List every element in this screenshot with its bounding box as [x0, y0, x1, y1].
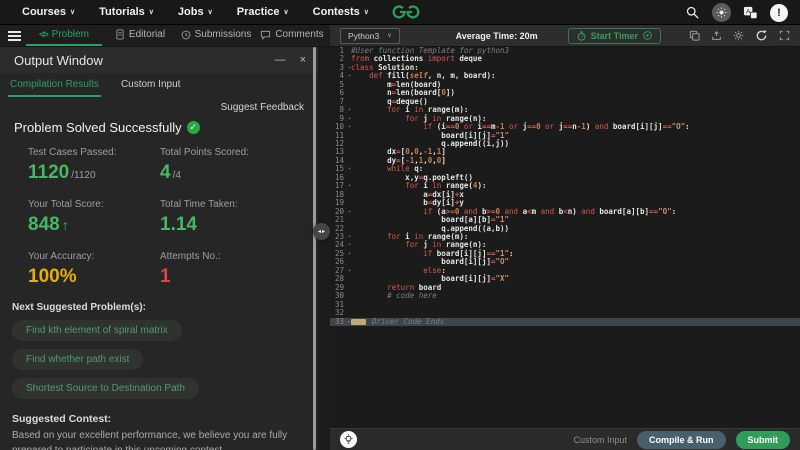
suggested-problem-link[interactable]: Shortest Source to Destination Path [12, 378, 199, 399]
menu-item-practice[interactable]: Practice ∨ [237, 6, 289, 18]
code-line: 30 # code here [334, 291, 437, 301]
close-icon[interactable]: × [300, 54, 306, 66]
output-window-tabs: Compilation Results Custom Input [0, 73, 318, 97]
fold-caret-icon: ▾ [347, 183, 351, 190]
chevron-down-icon: ∨ [387, 33, 392, 39]
tab-problem[interactable]: </> Problem [26, 25, 102, 46]
play-circle-icon [643, 31, 652, 40]
chevron-down-icon: ∨ [363, 8, 369, 16]
code-icon: </> [39, 30, 49, 39]
up-arrow-icon: ↑ [61, 217, 69, 233]
solved-status: Problem Solved Successfully ✓ [14, 120, 318, 135]
fold-caret-icon: ▾ [347, 166, 351, 173]
fold-caret-icon: ▾ [347, 208, 351, 215]
output-window-header: Output Window — × [0, 47, 318, 73]
tab-editorial[interactable]: Editorial [102, 25, 178, 46]
tab-compilation-results[interactable]: Compilation Results [8, 73, 101, 97]
tab-custom-input[interactable]: Custom Input [119, 73, 182, 97]
tab-submissions[interactable]: Submissions [178, 25, 254, 46]
fold-caret-icon: ▾ [347, 73, 351, 80]
chevron-down-icon: ∨ [207, 8, 213, 16]
fold-caret-icon: ▾ [347, 64, 351, 71]
comment-icon [260, 30, 271, 40]
custom-input-link[interactable]: Custom Input [573, 435, 627, 445]
suggest-feedback-link[interactable]: Suggest Feedback [0, 102, 304, 113]
fold-caret-icon: ▾ [347, 115, 351, 122]
stat-points: Total Points Scored: 4/4 [160, 147, 249, 183]
resize-handle-icon[interactable]: ◂ ▸ [313, 223, 330, 240]
copy-icon[interactable] [689, 30, 700, 41]
submit-button[interactable]: Submit [735, 430, 790, 449]
stat-accuracy: Your Accuracy: 100% [28, 251, 95, 287]
settings-gear-icon[interactable] [733, 30, 744, 41]
upload-code-icon[interactable] [711, 30, 722, 41]
suggested-problem-link[interactable]: Find kth element of spiral matrix [12, 320, 182, 341]
fold-caret-icon: ▾ [347, 124, 351, 131]
search-icon[interactable] [685, 5, 700, 20]
language-select[interactable]: Python3 ∨ [340, 27, 400, 44]
code-line: 31 [334, 299, 344, 309]
top-navbar: Courses ∨ Tutorials ∨ Jobs ∨ Practice ∨ Cont… [0, 0, 800, 25]
theme-toggle-sun-icon[interactable] [712, 3, 731, 22]
clock-icon [181, 30, 191, 40]
problem-tabbar: </> Problem Editorial Submissions Commen… [0, 25, 330, 47]
menu-item-jobs[interactable]: Jobs ∨ [178, 6, 213, 18]
stat-attempts: Attempts No.: 1 [160, 251, 221, 287]
fold-caret-icon: ▾ [347, 107, 351, 114]
gfg-practice-page: Courses ∨ Tutorials ∨ Jobs ∨ Practice ∨ Cont… [0, 0, 800, 450]
stat-total-score: Your Total Score: 848 ↑ [28, 199, 104, 235]
suggested-contest-label: Suggested Contest: [12, 413, 112, 425]
document-icon [115, 29, 125, 40]
fullscreen-icon[interactable] [779, 30, 790, 41]
tab-comments[interactable]: Comments [254, 25, 330, 46]
menu-item-courses[interactable]: Courses ∨ [22, 6, 75, 18]
fold-caret-icon: ▾ [347, 242, 351, 249]
folded-region-badge[interactable] [351, 318, 366, 325]
start-timer-button[interactable]: Start Timer [567, 27, 662, 44]
fold-caret-icon: ▾ [347, 267, 351, 274]
average-time-label: Average Time: 20m [455, 30, 538, 41]
code-editor[interactable]: 1 #User function Template for python3 2 fro… [330, 47, 800, 428]
translate-icon[interactable]: A [743, 6, 758, 20]
menu-item-tutorials[interactable]: Tutorials ∨ [99, 6, 154, 18]
profile-avatar[interactable]: ! [770, 3, 788, 22]
suggested-contest-text: Based on your excellent performance, we … [12, 430, 288, 450]
next-suggested-label: Next Suggested Problem(s): [12, 302, 146, 313]
fold-caret-icon: ▾ [347, 233, 351, 240]
fold-caret-icon: ▸ [347, 318, 351, 325]
compile-run-button[interactable]: Compile & Run [637, 430, 726, 449]
stat-time-taken: Total Time Taken: 1.14 [160, 199, 238, 235]
reset-code-icon[interactable] [755, 29, 768, 42]
navbar-actions: A ! [685, 0, 788, 25]
code-lines: 1 #User function Template for python3 2 fro… [330, 47, 800, 326]
editor-footer: Custom Input Compile & Run Submit [330, 428, 800, 450]
output-window-title: Output Window [14, 52, 103, 68]
panel-divider: ◂ ▸ [313, 47, 330, 450]
chevron-down-icon: ∨ [283, 8, 289, 16]
menu-item-contests[interactable]: Contests ∨ [313, 6, 369, 18]
code-line: 33 ▸ Driver Code Ends [330, 317, 800, 326]
geeksforgeeks-logo-icon[interactable] [386, 2, 426, 27]
suggested-problems: Find kth element of spiral matrix Find w… [12, 320, 312, 407]
chevron-down-icon: ∨ [148, 8, 154, 16]
output-window-panel: Output Window — × Compilation Results Cu… [0, 47, 318, 450]
main-menu: Courses ∨ Tutorials ∨ Jobs ∨ Practice ∨ Cont… [0, 6, 369, 18]
result-stats: Test Cases Passed: 1120/1120 Total Point… [28, 147, 318, 288]
hint-bulb-icon[interactable] [340, 431, 357, 448]
timer-icon [577, 30, 586, 41]
hamburger-menu-icon[interactable] [0, 25, 26, 46]
check-circle-icon: ✓ [186, 121, 200, 134]
editor-toolbar: Python3 ∨ Average Time: 20m Start Timer [330, 25, 800, 47]
suggested-problem-link[interactable]: Find whether path exist [12, 349, 144, 370]
minimize-icon[interactable]: — [275, 54, 286, 66]
stat-test-cases: Test Cases Passed: 1120/1120 [28, 147, 117, 183]
fold-caret-icon: ▾ [347, 250, 351, 257]
left-panel-scrollbar[interactable] [313, 47, 316, 450]
chevron-down-icon: ∨ [70, 8, 76, 16]
